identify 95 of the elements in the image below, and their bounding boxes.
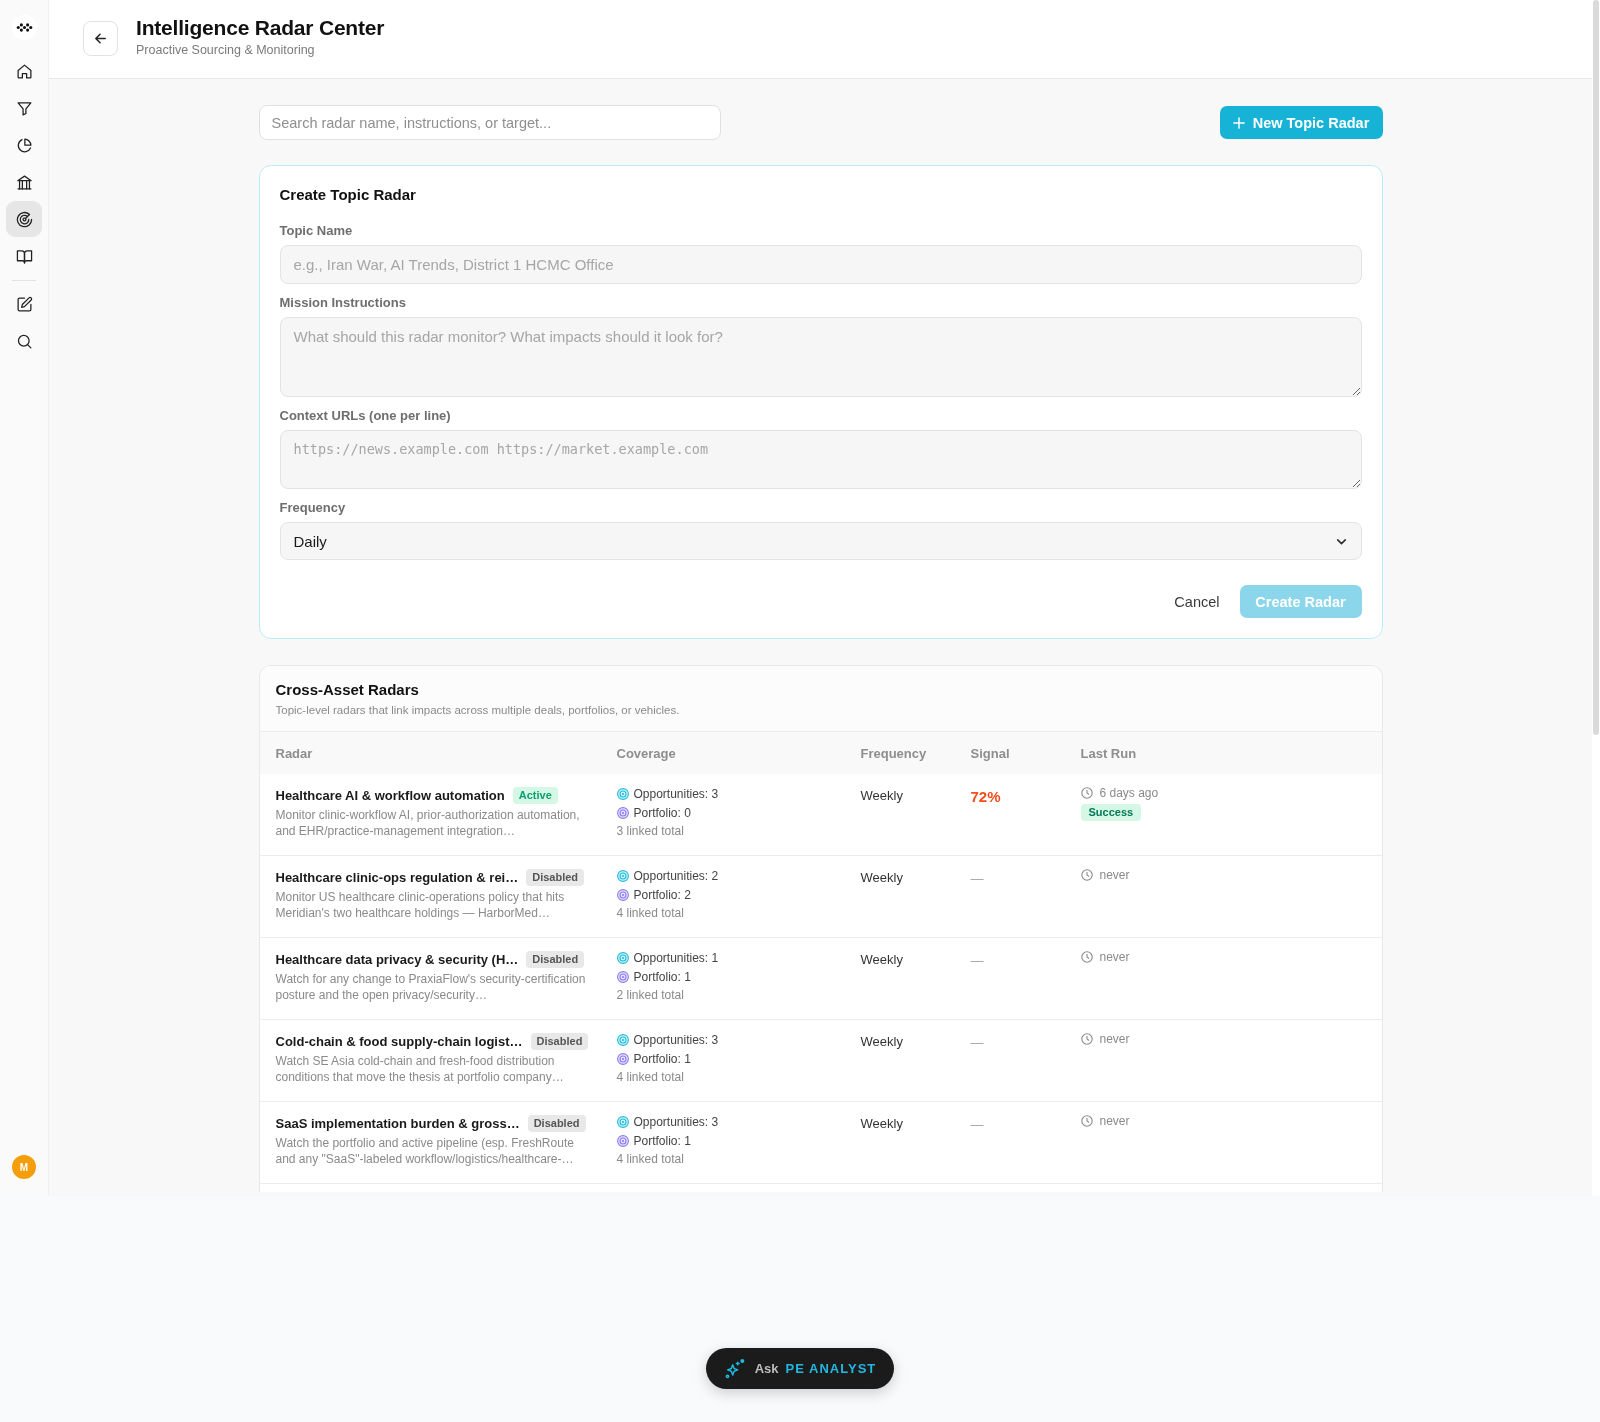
column-header: Radar (275, 745, 314, 761)
portfolio-count: Portfolio: 0 (633, 805, 691, 820)
mission-instructions-field[interactable]: What should this radar monitor? What impacts should it look for? (279, 317, 1362, 397)
column-header: Last Run (1080, 745, 1138, 761)
target-icon (616, 1115, 629, 1128)
ask-analyst-button[interactable]: Ask PE ANALYST (706, 1348, 894, 1389)
column-header: Signal (970, 745, 1011, 761)
book-icon (15, 247, 33, 265)
portfolio-count: Portfolio: 1 (633, 969, 691, 984)
target-icon (616, 1052, 629, 1065)
radar-name[interactable]: Healthcare clinic-ops regulation & rei… (275, 869, 519, 885)
sparkle-icon (723, 1357, 746, 1380)
page-title: Intelligence Radar Center (136, 15, 385, 41)
status-badge: Disabled (530, 1032, 589, 1050)
signal-value: — (970, 870, 984, 888)
opportunities-count: Opportunities: 1 (633, 950, 719, 965)
clock-icon (1080, 1115, 1093, 1127)
target-icon (616, 869, 629, 882)
table-subtitle: Topic-level radars that link impacts across multiple deals, portfolios, or vehicles. (275, 703, 681, 718)
last-run-time: never (1099, 1032, 1130, 1046)
radar-description: Watch SE Asia cold-chain and fresh-food distribution conditions that move the thesis at portfolio company… (275, 1054, 565, 1085)
frequency-value: Weekly (860, 1034, 903, 1049)
clock-icon (1080, 787, 1093, 799)
status-badge: Active (512, 786, 558, 804)
target-icon (616, 1033, 629, 1046)
frequency-value: Weekly (860, 952, 903, 967)
radar-description: Watch for any change to PraxiaFlow's security-certification posture and the open privacy/security… (275, 972, 587, 1003)
field-label: Context URLs (one per line) (279, 407, 452, 425)
edit-icon (15, 295, 33, 313)
target-icon (616, 787, 629, 800)
target-icon (616, 970, 629, 983)
linked-total: 3 linked total (616, 823, 685, 840)
target-icon (616, 888, 629, 901)
radar-description: Monitor clinic-workflow AI, prior-authorization automation, and EHR/practice-management integration… (275, 808, 581, 839)
last-run-time: never (1099, 1114, 1130, 1128)
last-run-time: 6 days ago (1099, 786, 1159, 800)
form-title: Create Topic Radar (279, 185, 417, 205)
clock-icon (1080, 1033, 1093, 1045)
frequency-value: Weekly (860, 788, 903, 803)
clock-icon (1080, 869, 1093, 881)
target-icon (616, 1134, 629, 1147)
search-field[interactable]: Search radar name, instructions, or target... (258, 105, 721, 140)
signal-value: 72% (970, 788, 1001, 806)
opportunities-count: Opportunities: 2 (633, 868, 719, 883)
column-header: Coverage (616, 745, 677, 761)
result-badge: Success (1080, 804, 1142, 821)
field-label: Mission Instructions (279, 294, 407, 312)
target-icon (616, 951, 629, 964)
cancel-button[interactable]: Cancel (1164, 585, 1230, 618)
linked-total: 2 linked total (616, 987, 685, 1004)
linked-total: 4 linked total (616, 905, 685, 922)
last-run-time: never (1099, 868, 1130, 882)
scrollbar-thumb[interactable] (1593, 0, 1599, 735)
target-icon (616, 806, 629, 819)
linked-total: 4 linked total (616, 1151, 685, 1168)
radar-name[interactable]: Cold-chain & food supply-chain logist… (275, 1033, 523, 1049)
opportunities-count: Opportunities: 3 (633, 1032, 719, 1047)
home-icon (15, 62, 33, 80)
status-badge: Disabled (527, 1114, 586, 1132)
status-badge: Disabled (526, 868, 585, 886)
radar-description: Monitor US healthcare clinic-operations policy that hits Meridian's two healthcare holdings — HarborMed… (275, 890, 566, 921)
page-subtitle: Proactive Sourcing & Monitoring (136, 42, 316, 59)
topic-name-input[interactable]: e.g., Iran War, AI Trends, District 1 HCMC Office (279, 245, 1362, 284)
last-run-time: never (1099, 950, 1130, 964)
pie-chart-icon (15, 136, 33, 154)
opportunities-count: Opportunities: 3 (633, 1114, 719, 1129)
back-button[interactable] (83, 20, 118, 56)
signal-value: — (970, 952, 984, 970)
radar-description: Watch the portfolio and active pipeline (esp. FreshRoute and any "SaaS"-labeled workflow/logistics/healthcare-… (275, 1136, 575, 1167)
radar-name[interactable]: SaaS implementation burden & gross… (275, 1115, 520, 1131)
clock-icon (1080, 951, 1093, 963)
signal-value: — (970, 1034, 984, 1052)
radar-name[interactable]: Healthcare data privacy & security (H… (275, 951, 519, 967)
linked-total: 4 linked total (616, 1069, 685, 1086)
column-header: Frequency (860, 745, 928, 761)
frequency-value: Weekly (860, 870, 903, 885)
portfolio-count: Portfolio: 1 (633, 1051, 691, 1066)
context-urls-field[interactable]: https://news.example.com https://market.example.com (279, 430, 1362, 489)
frequency-value: Weekly (860, 1116, 903, 1131)
frequency-select[interactable]: Daily (279, 522, 1362, 560)
filter-icon (15, 99, 33, 117)
table-title: Cross-Asset Radars (275, 680, 420, 700)
radar-name[interactable]: Healthcare AI & workflow automation (275, 787, 505, 803)
bank-icon (15, 173, 33, 191)
plus-icon (1232, 116, 1245, 129)
status-badge: Disabled (526, 950, 585, 968)
field-label: Topic Name (279, 222, 354, 240)
portfolio-count: Portfolio: 2 (633, 887, 691, 902)
opportunities-count: Opportunities: 3 (633, 786, 719, 801)
radar-icon (15, 210, 33, 228)
nav-item[interactable] (6, 201, 42, 237)
field-label: Frequency (279, 499, 347, 517)
signal-value: — (970, 1116, 984, 1134)
portfolio-count: Portfolio: 1 (633, 1133, 691, 1148)
search-icon (15, 332, 33, 350)
